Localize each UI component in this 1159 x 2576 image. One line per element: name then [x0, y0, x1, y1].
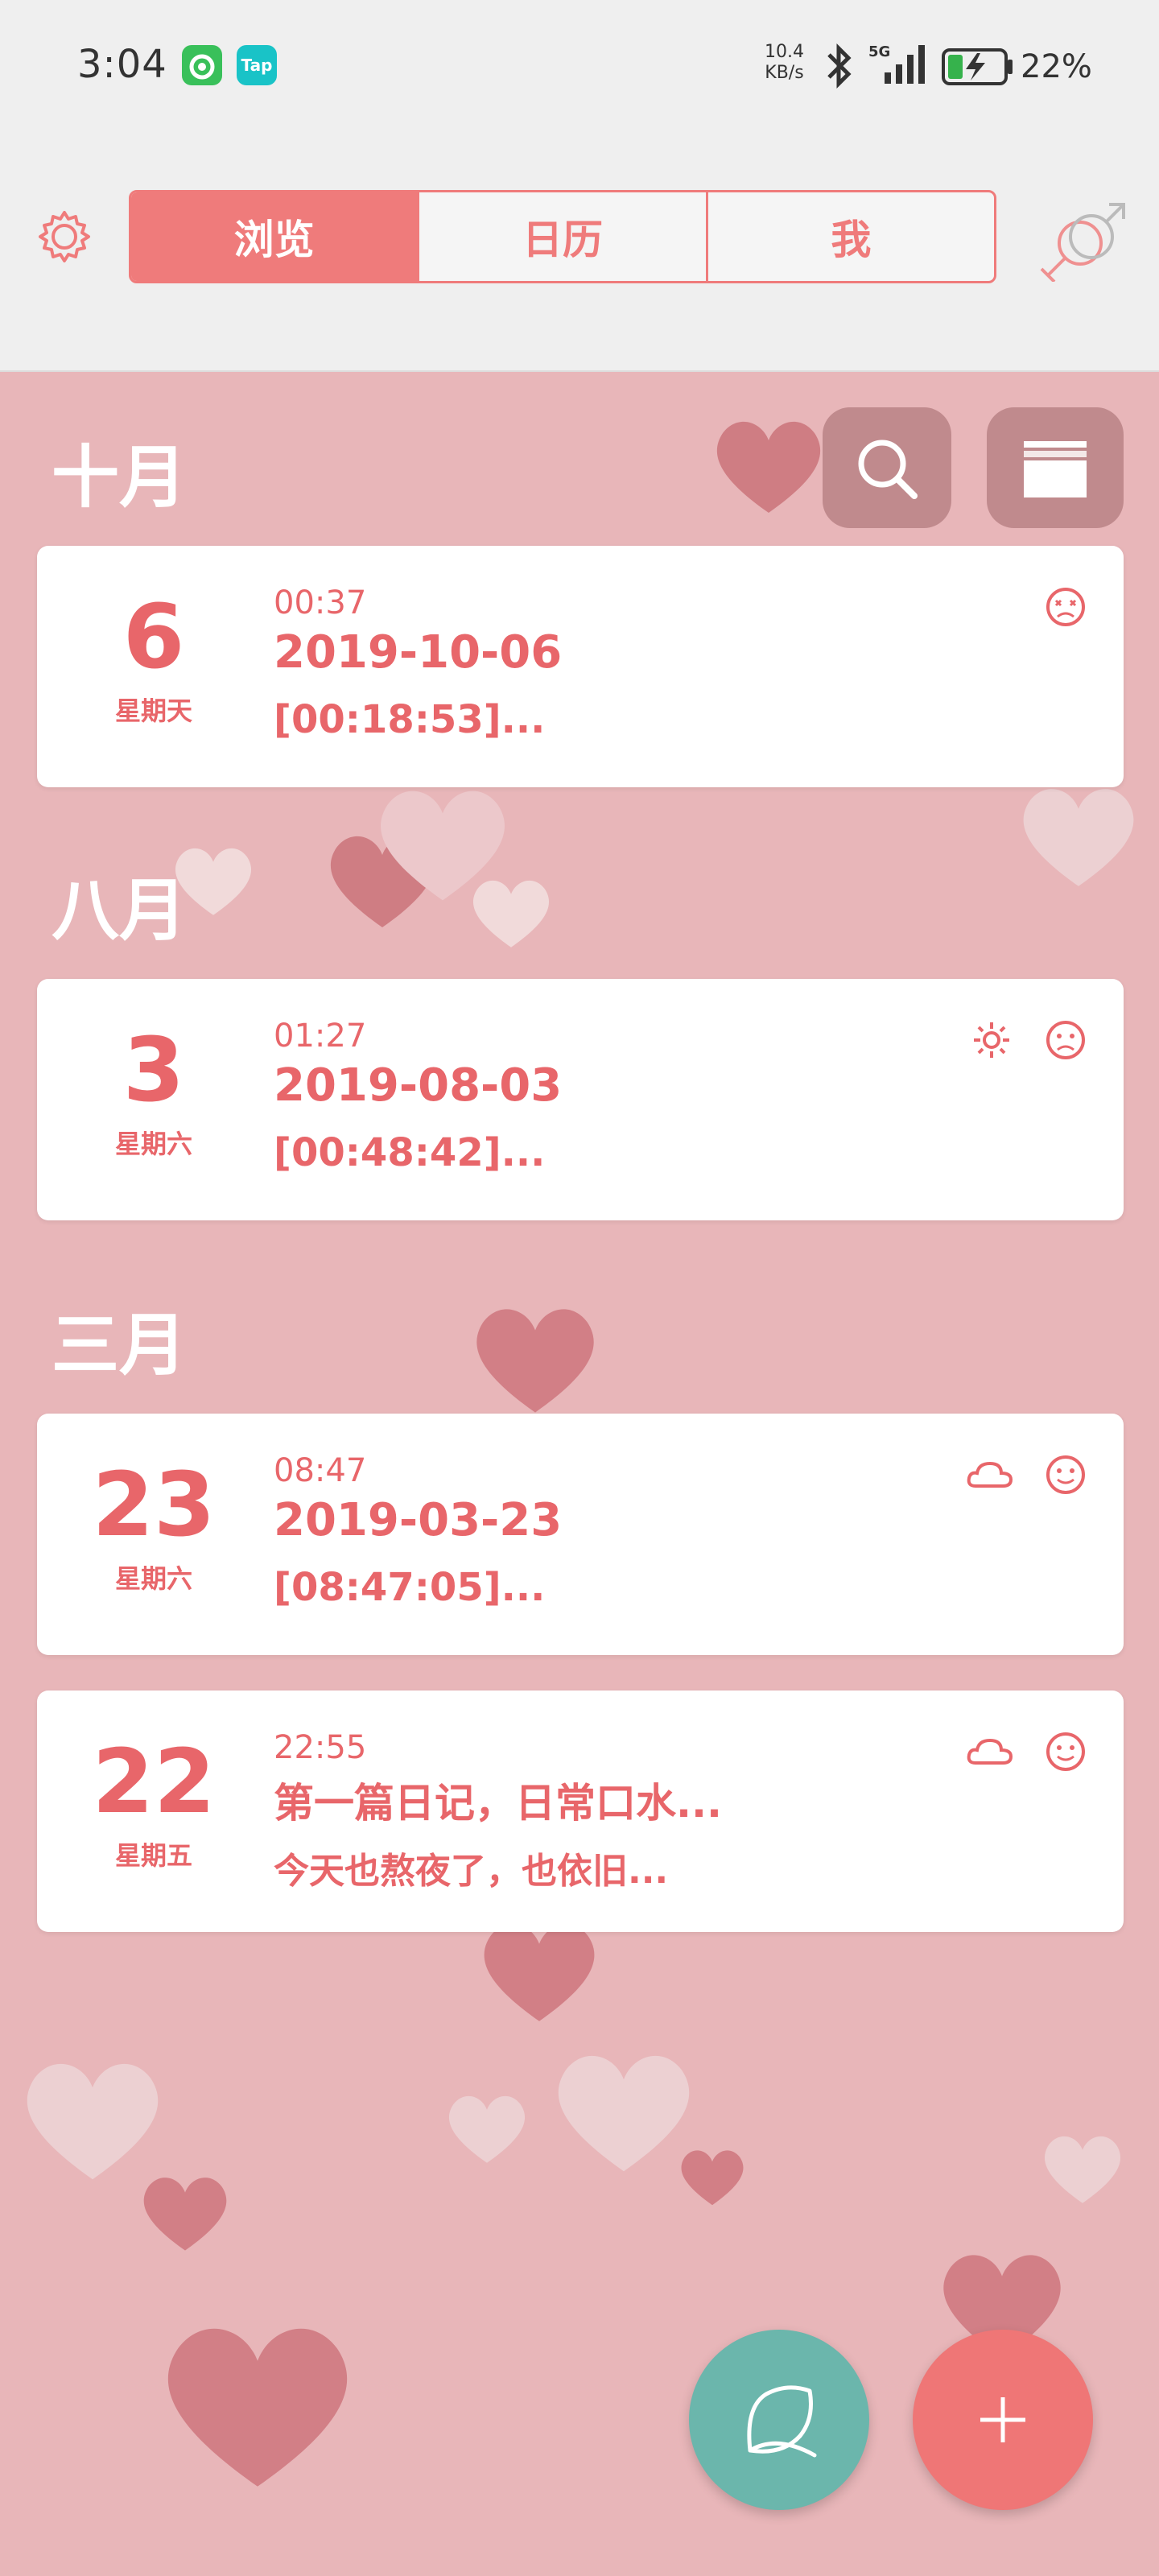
leaf-button[interactable]	[689, 2330, 869, 2510]
entry-preview: [00:18:53]...	[274, 697, 546, 742]
cloud-icon	[964, 1728, 1016, 1779]
month-heading: 三月	[52, 1305, 188, 1385]
status-bar: 3:04 Tap 10.4 KB/s 5G 22%	[0, 0, 1159, 137]
add-entry-button[interactable]	[913, 2330, 1093, 2510]
bluetooth-icon	[821, 42, 858, 93]
heart-decoration	[1044, 2136, 1121, 2203]
entry-weekday: 星期天	[114, 696, 192, 726]
dizzy-face-icon	[1041, 583, 1090, 634]
signal-icon: 5G	[865, 42, 938, 93]
month-heading: 十月	[52, 437, 188, 517]
entry-title: 2019-08-03	[274, 1059, 563, 1112]
entry-preview: 今天也熬夜了，也依旧...	[274, 1851, 669, 1892]
sun-icon	[967, 1016, 1016, 1067]
svg-text:5G: 5G	[868, 43, 890, 60]
album-icon	[1024, 441, 1087, 497]
diary-entry-card[interactable]: 22 星期五 22:55 第一篇日记，日常口水... 今天也熬夜了，也依旧...	[37, 1690, 1124, 1932]
heart-decoration	[1023, 789, 1134, 886]
tab-me[interactable]: 我	[708, 192, 994, 281]
heart-decoration	[143, 2178, 227, 2251]
tab-calendar[interactable]: 日历	[419, 192, 708, 281]
entry-day: 3	[122, 1018, 185, 1121]
net-speed: 10.4 KB/s	[765, 42, 804, 83]
status-time: 3:04	[77, 42, 167, 87]
app-header: 浏览 日历 我	[0, 137, 1159, 372]
entry-time: 00:37	[274, 584, 367, 621]
entry-weekday: 星期五	[114, 1840, 192, 1871]
entry-title: 2019-10-06	[274, 626, 563, 679]
entry-day: 23	[92, 1453, 216, 1556]
entry-preview: [00:48:42]...	[274, 1130, 546, 1175]
battery-percentage: 22%	[1021, 48, 1092, 85]
entry-weekday: 星期六	[114, 1129, 192, 1159]
heart-decoration	[167, 2328, 348, 2487]
entry-preview: [08:47:05]...	[274, 1565, 546, 1610]
cloud-icon	[964, 1451, 1016, 1502]
album-button[interactable]	[987, 407, 1124, 528]
leaf-icon	[747, 2385, 817, 2458]
heart-decoration	[681, 2150, 744, 2206]
settings-icon[interactable]	[35, 208, 93, 269]
month-heading: 八月	[52, 870, 188, 950]
gender-symbol-icon[interactable]	[1033, 201, 1130, 285]
entry-title: 2019-03-23	[274, 1494, 563, 1546]
search-button[interactable]	[823, 407, 951, 528]
heart-decoration	[448, 2095, 526, 2163]
entry-time: 08:47	[274, 1452, 367, 1489]
battery-icon	[942, 48, 1014, 89]
smile-face-icon	[1041, 1451, 1090, 1502]
tab-browse[interactable]: 浏览	[131, 192, 420, 281]
tap-app-icon: Tap	[237, 45, 277, 85]
entry-time: 01:27	[274, 1018, 367, 1055]
heart-decoration	[476, 1309, 594, 1413]
entry-day: 22	[92, 1730, 216, 1833]
plus-icon	[980, 2397, 1025, 2442]
entry-time: 22:55	[274, 1729, 367, 1766]
entry-day: 6	[122, 585, 185, 688]
diary-entry-card[interactable]: 3 星期六 01:27 2019-08-03 [00:48:42]...	[37, 979, 1124, 1220]
diary-entry-card[interactable]: 6 星期天 00:37 2019-10-06 [00:18:53]...	[37, 546, 1124, 787]
view-tabs: 浏览 日历 我	[129, 190, 996, 283]
entry-title: 第一篇日记，日常口水...	[274, 1780, 722, 1827]
app-notification-icon	[182, 45, 222, 85]
heart-decoration	[716, 421, 821, 513]
smile-face-icon	[1041, 1728, 1090, 1779]
entry-weekday: 星期六	[114, 1563, 192, 1594]
sad-face-icon	[1041, 1016, 1090, 1067]
heart-decoration	[381, 791, 505, 901]
search-icon	[858, 440, 918, 499]
diary-entry-card[interactable]: 23 星期六 08:47 2019-03-23 [08:47:05]...	[37, 1414, 1124, 1655]
